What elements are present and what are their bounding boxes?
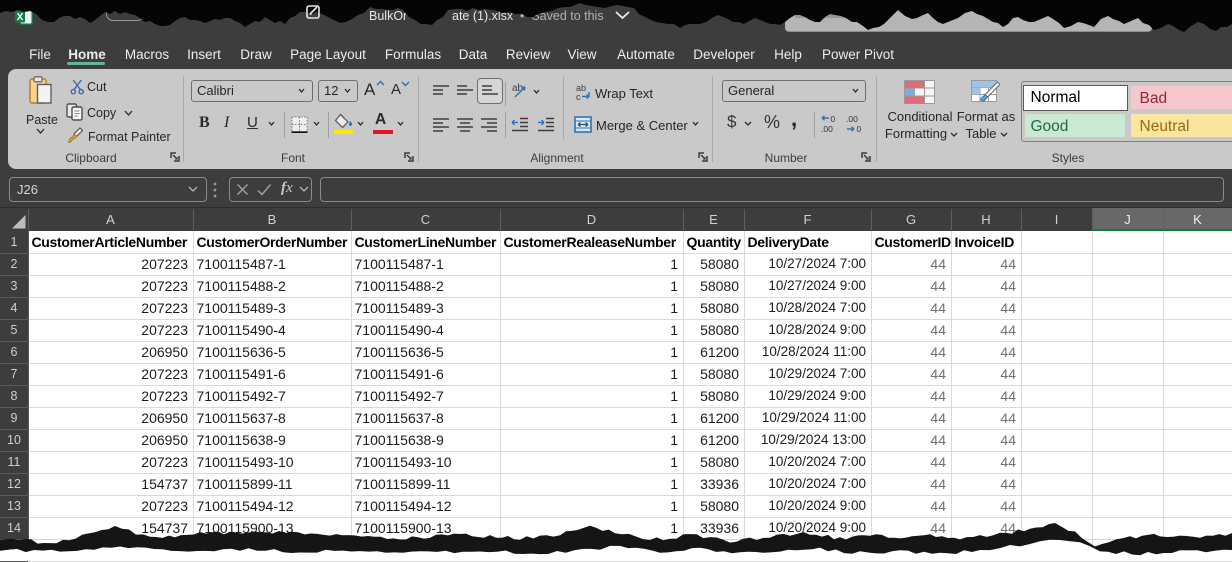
svg-text:c: c: [576, 92, 581, 101]
svg-text:.00: .00: [846, 114, 858, 124]
svg-text:0: 0: [857, 124, 862, 134]
svg-text:0: 0: [831, 114, 836, 124]
svg-text:.00: .00: [821, 124, 833, 134]
svg-text:ab: ab: [512, 83, 524, 94]
